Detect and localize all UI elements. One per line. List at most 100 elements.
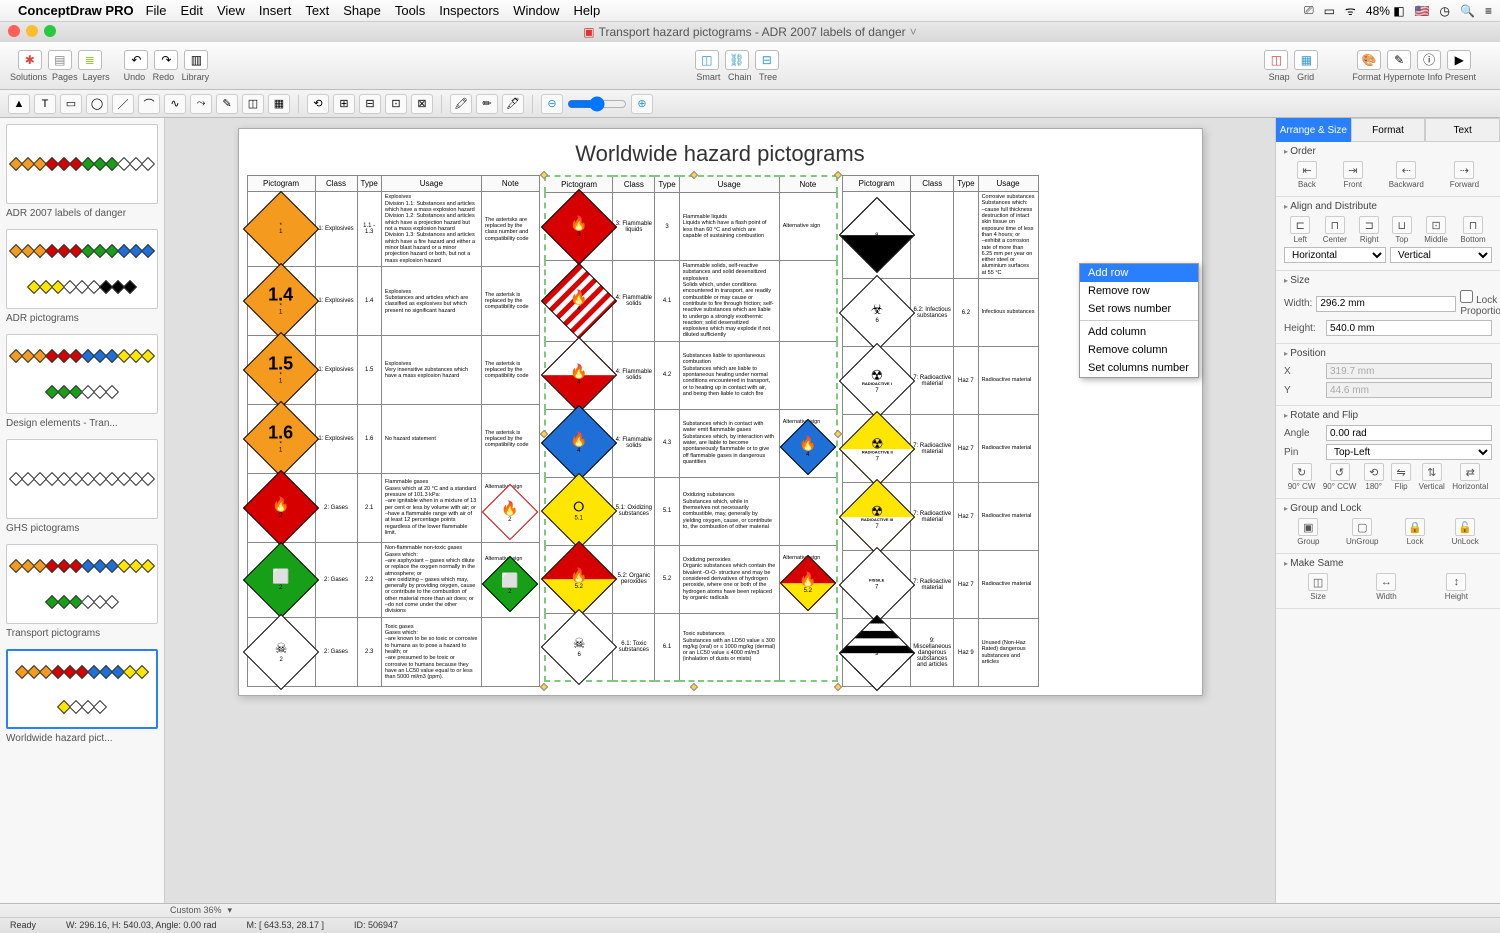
menu-text[interactable]: Text [305,3,329,18]
edit-tool-4[interactable]: ⊡ [385,94,407,114]
status-clock-icon[interactable]: ◷ [1440,4,1450,18]
selection-handle[interactable] [690,683,698,691]
menu-insert[interactable]: Insert [259,3,292,18]
pages-sidebar[interactable]: ADR 2007 labels of dangerADR pictogramsD… [0,118,165,918]
menu-edit[interactable]: Edit [181,3,203,18]
edit-tool-1[interactable]: ⟲ [307,94,329,114]
pen-tool[interactable]: ✎ [216,94,238,114]
minimize-icon[interactable] [26,25,38,37]
zoom-slider[interactable] [567,96,627,112]
edit-tool-3[interactable]: ⊟ [359,94,381,114]
close-icon[interactable] [8,25,20,37]
grp-btns-unlock[interactable]: 🔓UnLock [1452,518,1479,546]
zoom-out-button[interactable]: ⊖ [541,94,563,114]
align-btns-bottom[interactable]: ⊓Bottom [1460,216,1485,244]
menu-shape[interactable]: Shape [343,3,381,18]
selection-handle[interactable] [540,683,548,691]
height-input[interactable] [1326,320,1492,336]
align-btns-top[interactable]: ⊔Top [1392,216,1412,244]
tab-text[interactable]: Text [1425,118,1500,142]
group-header[interactable]: Group and Lock [1284,503,1492,514]
lock-proportions-checkbox[interactable] [1460,290,1473,303]
align-btns-middle[interactable]: ⊡Middle [1424,216,1448,244]
pages-button[interactable]: ▤ [48,50,72,70]
menu-tools[interactable]: Tools [395,3,425,18]
menu-help[interactable]: Help [573,3,600,18]
align-vertical-select[interactable]: Vertical [1390,247,1492,263]
status-menu-icon[interactable]: ≡ [1485,4,1492,18]
same-btns-width[interactable]: ↔Width [1376,573,1396,601]
undo-button[interactable]: ↶ [124,50,148,70]
info-button[interactable]: ⓘ [1417,50,1441,70]
rect-tool[interactable]: ▭ [60,94,82,114]
rot-btns-vertical[interactable]: ⇅Vertical [1419,463,1445,491]
eraser-tool[interactable]: ◫ [242,94,264,114]
order-header[interactable]: Order [1284,146,1492,157]
chain-button[interactable]: ⛓ [725,50,749,70]
format-button[interactable]: 🎨 [1357,50,1381,70]
sidebar-thumb-2[interactable] [6,334,158,414]
edit-tool-5[interactable]: ⊠ [411,94,433,114]
grp-btns-lock[interactable]: 🔒Lock [1405,518,1425,546]
menu-file[interactable]: File [146,3,167,18]
same-btns-height[interactable]: ↕Height [1445,573,1468,601]
status-battery[interactable]: 48% ◧ [1366,4,1405,18]
zoom-icon[interactable] [44,25,56,37]
same-btns-size[interactable]: ◫Size [1308,573,1328,601]
sidebar-thumb-5[interactable] [6,649,158,729]
tab-arrange[interactable]: Arrange & Size [1276,118,1351,142]
app-name[interactable]: ConceptDraw PRO [18,3,134,18]
sidebar-thumb-1[interactable] [6,229,158,309]
rot-btns-90cw[interactable]: ↻90° CW [1288,463,1316,491]
redo-button[interactable]: ↷ [154,50,178,70]
sidebar-thumb-3[interactable] [6,439,158,519]
table-tool[interactable]: ▦ [268,94,290,114]
ctx-item-add-row[interactable]: Add row [1080,264,1198,282]
zoom-dropdown-icon[interactable]: ▾ [228,905,233,916]
doc-dropdown-icon[interactable]: ˅ [910,25,917,39]
sidebar-thumb-4[interactable] [6,544,158,624]
status-displays-icon[interactable]: ⎚ [1304,3,1314,18]
present-button[interactable]: ▶ [1447,50,1471,70]
eyedrop-fill[interactable]: 🖍 [450,94,472,114]
grp-btns-group[interactable]: ▣Group [1297,518,1319,546]
position-header[interactable]: Position [1284,348,1492,359]
ctx-item-set-rows-number[interactable]: Set rows number [1080,300,1198,318]
status-airplay-icon[interactable]: ▭ [1324,4,1335,18]
layers-button[interactable]: ≣ [78,50,102,70]
rotate-header[interactable]: Rotate and Flip [1284,410,1492,421]
selection-handle[interactable] [834,683,842,691]
size-header[interactable]: Size [1284,275,1492,286]
rot-btns-horizontal[interactable]: ⇄Horizontal [1452,463,1488,491]
status-flag-icon[interactable]: 🇺🇸 [1415,4,1430,18]
grid-button[interactable]: ▦ [1294,50,1318,70]
menu-view[interactable]: View [217,3,245,18]
solutions-button[interactable]: ✱ [18,50,42,70]
zoom-in-button[interactable]: ⊕ [631,94,653,114]
canvas-area[interactable]: Worldwide hazard pictograms PictogramCla… [165,118,1275,918]
status-wifi-icon[interactable]: ᯤ [1345,2,1356,19]
smart-button[interactable]: ◫ [695,50,719,70]
edit-tool-2[interactable]: ⊞ [333,94,355,114]
status-spotlight-icon[interactable]: 🔍 [1460,4,1475,18]
snap-button[interactable]: ◫ [1264,50,1288,70]
align-btns-center[interactable]: ⊓Center [1323,216,1347,244]
hypernote-button[interactable]: ✎ [1387,50,1411,70]
same-header[interactable]: Make Same [1284,558,1492,569]
grp-btns-ungroup[interactable]: ▢UnGroup [1346,518,1378,546]
pin-select[interactable]: Top-Left [1326,444,1492,460]
sidebar-thumb-0[interactable] [6,124,158,204]
menu-inspectors[interactable]: Inspectors [439,3,499,18]
align-header[interactable]: Align and Distribute [1284,201,1492,212]
arc-tool[interactable]: ⌒ [138,94,160,114]
connector-tool[interactable]: ⤳ [190,94,212,114]
text-tool[interactable]: T [34,94,56,114]
width-input[interactable] [1316,296,1456,312]
spline-tool[interactable]: ∿ [164,94,186,114]
align-btns-left[interactable]: ⊏Left [1290,216,1310,244]
order-btns-front[interactable]: ⇥Front [1343,161,1363,189]
line-tool[interactable]: ／ [112,94,134,114]
tree-button[interactable]: ⊟ [755,50,779,70]
ctx-item-remove-row[interactable]: Remove row [1080,282,1198,300]
angle-input[interactable] [1326,425,1492,441]
